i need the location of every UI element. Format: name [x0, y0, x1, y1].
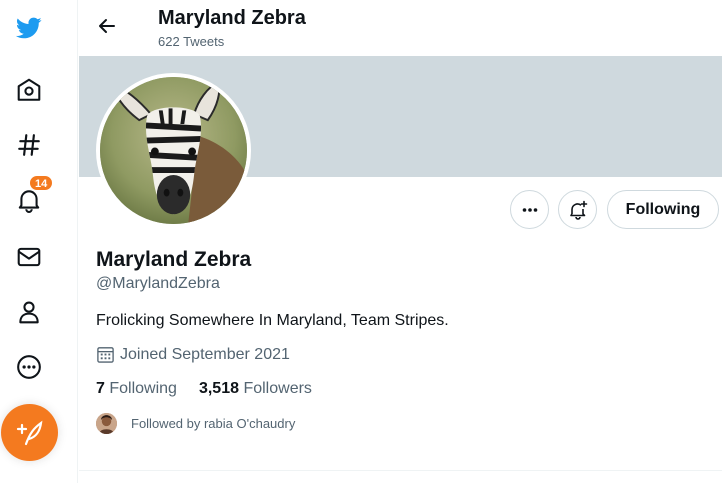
profile-bio: Frolicking Somewhere In Maryland, Team S…	[96, 312, 449, 329]
arrow-left-icon	[99, 19, 115, 33]
followers-label: Followers	[243, 380, 312, 397]
hashtag-icon[interactable]	[8, 124, 50, 166]
bell-plus-icon	[569, 200, 587, 220]
bell-icon[interactable]: 14	[8, 175, 54, 221]
profile-main: Maryland Zebra 622 Tweets Following Mary…	[79, 0, 722, 483]
following-button[interactable]: Following	[607, 190, 719, 229]
followers-link[interactable]: 3,518 Followers	[199, 380, 312, 398]
joined-date: Joined September 2021	[96, 345, 290, 364]
sidebar-nav: 14	[0, 0, 78, 483]
followed-by-text: Followed by rabia O'chaudry	[131, 416, 296, 431]
followers-count: 3,518	[198, 380, 239, 397]
following-count: 7	[96, 380, 105, 397]
profile-name: Maryland Zebra	[96, 248, 252, 271]
zebra-photo	[100, 77, 247, 224]
profile-avatar[interactable]	[96, 73, 251, 228]
more-icon[interactable]	[8, 346, 50, 388]
envelope-icon[interactable]	[8, 236, 50, 278]
compose-tweet-button[interactable]	[1, 404, 58, 461]
twitter-logo-icon[interactable]	[8, 7, 50, 49]
home-icon[interactable]	[8, 69, 50, 111]
joined-text: Joined September 2021	[120, 345, 290, 363]
profile-handle: @MarylandZebra	[96, 275, 220, 292]
following-link[interactable]: 7 Following	[96, 380, 177, 398]
more-options-button[interactable]	[510, 190, 549, 229]
notification-badge: 14	[29, 175, 54, 191]
tweet-count: 622 Tweets	[158, 34, 225, 49]
notifications-toggle-button[interactable]	[558, 190, 597, 229]
followed-by-link[interactable]: Followed by rabia O'chaudry	[96, 413, 295, 434]
following-label: Following	[109, 380, 177, 397]
profile-header: Maryland Zebra 622 Tweets	[79, 0, 722, 56]
follower-avatar	[96, 413, 117, 434]
page-title: Maryland Zebra	[158, 7, 306, 29]
section-divider	[79, 470, 722, 471]
compose-tweet-icon	[16, 420, 42, 445]
ellipsis-icon	[522, 207, 537, 212]
back-button[interactable]	[91, 8, 123, 44]
calendar-icon	[97, 347, 114, 363]
person-icon[interactable]	[8, 291, 50, 333]
follow-stats: 7 Following 3,518 Followers	[96, 380, 312, 398]
